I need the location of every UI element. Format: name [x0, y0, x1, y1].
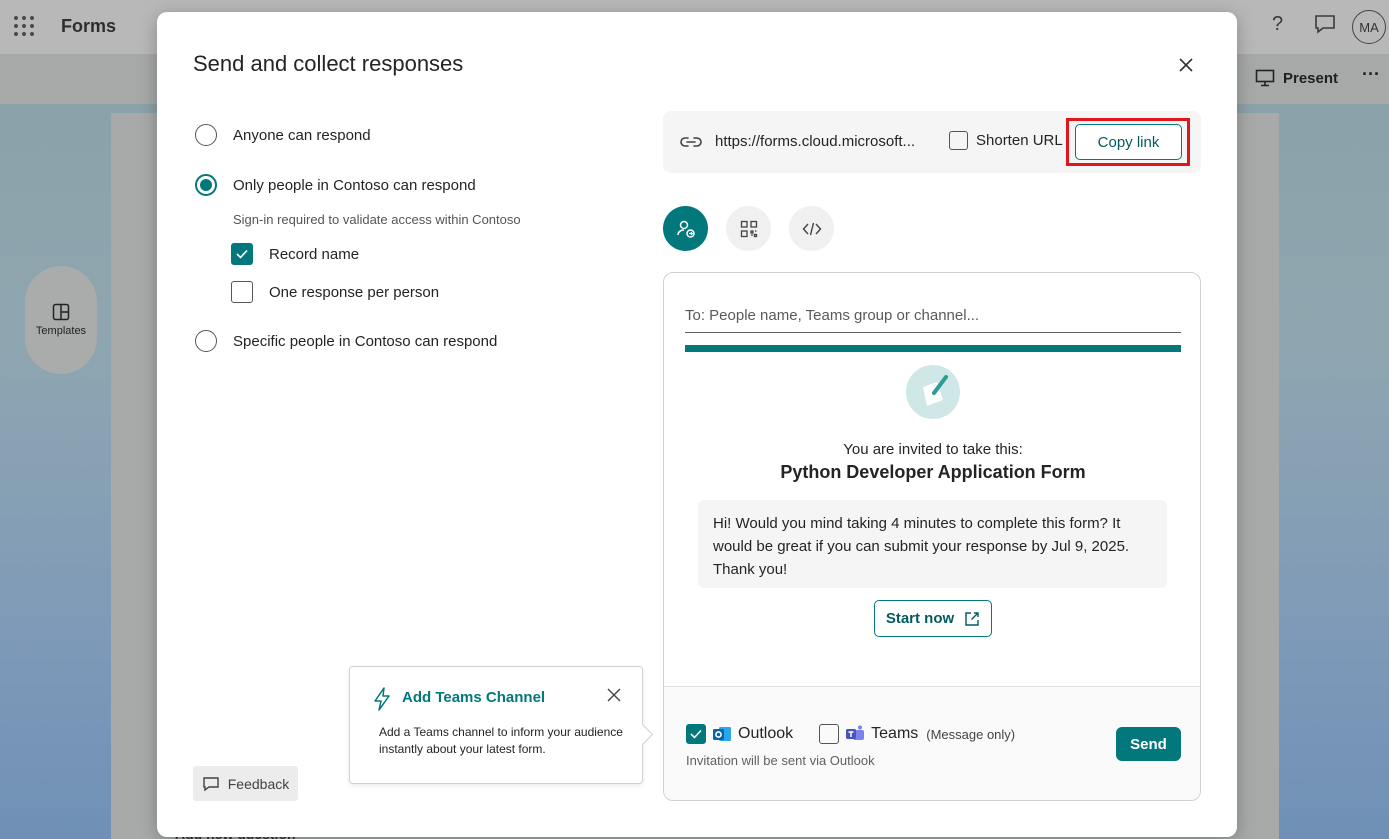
outlook-icon [713, 727, 731, 741]
avatar[interactable]: MA [1352, 10, 1386, 44]
radio-anyone[interactable] [195, 124, 217, 146]
record-name-label: Record name [269, 245, 360, 263]
invite-preview-bar [685, 345, 1181, 352]
add-teams-channel-popup: Add Teams Channel Add a Teams channel to… [349, 666, 643, 784]
tab-qr-code[interactable] [726, 206, 771, 251]
templates-label: Templates [35, 325, 87, 337]
start-now-label: Start now [885, 610, 955, 627]
teams-popup-body: Add a Teams channel to inform your audie… [379, 725, 623, 756]
dialog-title: Send and collect responses [193, 51, 464, 76]
option-specific-label: Specific people in Contoso can respond [233, 332, 498, 350]
one-response-checkbox[interactable] [231, 281, 253, 303]
open-external-icon [965, 611, 979, 626]
close-icon[interactable] [1175, 54, 1197, 76]
outlook-label: Outlook [738, 725, 794, 742]
send-button[interactable]: Send [1116, 727, 1181, 761]
chat-icon[interactable] [1314, 14, 1336, 40]
option-anyone-label: Anyone can respond [233, 126, 371, 144]
qr-code-icon [740, 220, 757, 237]
templates-icon [52, 303, 70, 321]
invite-panel: To: People name, Teams group or channel.… [663, 272, 1201, 801]
form-invite-icon [906, 365, 960, 419]
share-link-url[interactable]: https://forms.cloud.microsoft... [715, 133, 915, 150]
outlook-checkbox[interactable] [686, 724, 706, 744]
embed-code-icon [802, 222, 821, 235]
checkmark-icon [236, 249, 248, 259]
copy-link-button[interactable]: Copy link [1075, 124, 1182, 160]
record-name-checkbox[interactable] [231, 243, 253, 265]
checkmark-icon [690, 729, 702, 739]
close-icon[interactable] [606, 687, 624, 705]
invite-message[interactable]: Hi! Would you mind taking 4 minutes to c… [698, 500, 1167, 588]
send-channels: Outlook Teams (Message only) [686, 724, 1015, 744]
present-label: Present [1283, 69, 1339, 87]
org-only-subtext: Sign-in required to validate access with… [233, 212, 521, 227]
send-dialog: Send and collect responses Anyone can re… [157, 12, 1237, 837]
teams-note: (Message only) [926, 726, 1016, 742]
tab-embed-code[interactable] [789, 206, 834, 251]
present-icon [1255, 69, 1275, 87]
shorten-url-option[interactable]: Shorten URL [949, 131, 1063, 150]
send-footer: Outlook Teams (Message only) Invitation … [664, 686, 1200, 800]
teams-icon [846, 725, 865, 740]
option-org-only-label: Only people in Contoso can respond [233, 176, 476, 194]
record-name-option[interactable]: Record name [231, 243, 359, 265]
feedback-label: Feedback [227, 775, 290, 792]
teams-checkbox[interactable] [819, 724, 840, 744]
lightning-icon [372, 687, 392, 716]
tab-invite-people[interactable] [663, 206, 708, 251]
present-button[interactable]: Present [1255, 69, 1338, 87]
invite-people-icon [676, 220, 695, 238]
invite-text: You are invited to take this: [843, 441, 1023, 458]
form-name: Python Developer Application Form [780, 462, 1086, 482]
radio-specific[interactable] [195, 330, 217, 352]
link-icon [679, 131, 703, 158]
templates-button[interactable]: Templates [25, 266, 97, 374]
teams-label: Teams [871, 725, 919, 742]
help-icon[interactable]: ? [1272, 13, 1283, 36]
more-options-icon[interactable]: ··· [1362, 64, 1380, 85]
invitation-via-text: Invitation will be sent via Outlook [686, 753, 875, 768]
app-launcher-icon[interactable] [14, 16, 34, 36]
feedback-button[interactable]: Feedback [193, 766, 298, 801]
option-org-only[interactable]: Only people in Contoso can respond [195, 174, 476, 196]
shorten-url-checkbox[interactable] [949, 131, 968, 150]
shorten-url-label: Shorten URL [976, 132, 1063, 149]
feedback-icon [203, 776, 219, 791]
to-recipients-input[interactable]: To: People name, Teams group or channel.… [685, 303, 1181, 333]
start-now-button[interactable]: Start now [874, 600, 992, 637]
app-title[interactable]: Forms [61, 16, 116, 37]
radio-org-only[interactable] [195, 174, 217, 196]
option-anyone[interactable]: Anyone can respond [195, 124, 371, 146]
one-response-option[interactable]: One response per person [231, 281, 439, 303]
option-specific[interactable]: Specific people in Contoso can respond [195, 330, 497, 352]
teams-popup-title: Add Teams Channel [402, 689, 546, 706]
one-response-label: One response per person [269, 283, 440, 301]
share-link-box: https://forms.cloud.microsoft... Shorten… [663, 111, 1201, 173]
